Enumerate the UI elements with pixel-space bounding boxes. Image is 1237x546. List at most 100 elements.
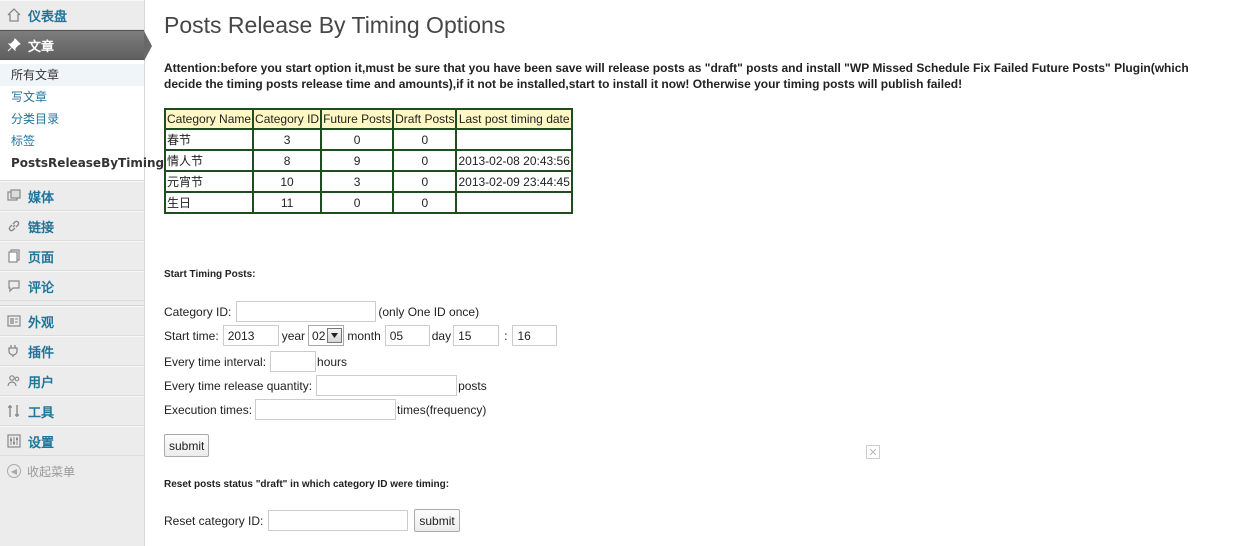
menu-comments[interactable]: 评论 [0,271,144,301]
table-row: 元宵节 10 3 0 2013-02-09 23:44:45 [163,170,573,193]
start-submit-button[interactable]: submit [164,434,210,457]
settings-icon [5,432,23,450]
link-icon [5,217,23,235]
quantity-label: Every time release quantity: [164,378,313,393]
execution-row: Execution times: times(frequency) [164,399,486,420]
submenu-posts-release-by-timing[interactable]: PostsReleaseByTiming [0,152,164,174]
day-label: day [431,328,452,343]
menu-label: 设置 [28,435,55,451]
category-id-row: Category ID: (only One ID once) [164,301,479,322]
category-id-hint: (only One ID once) [378,304,480,319]
execution-input[interactable] [255,399,397,420]
category-id-label: Category ID: [164,304,232,319]
reset-row: Reset category ID: submit [164,509,460,532]
menu-posts[interactable]: 文章 [0,30,152,61]
cell-last-date [455,191,573,214]
cell-last-date [455,128,573,151]
cell-category-name: 元宵节 [163,170,255,193]
media-icon [5,187,23,205]
interval-label: Every time interval: [164,354,267,369]
table-row: 情人节 8 9 0 2013-02-08 20:43:56 [163,149,573,172]
menu-settings[interactable]: 设置 [0,426,144,456]
cell-category-id: 11 [252,191,323,214]
cell-category-name: 春节 [163,128,255,151]
header-future-posts: Future Posts [320,108,395,130]
collapse-arrow-icon: ◀ [7,464,21,478]
menu-pages[interactable]: 页面 [0,241,144,271]
menu-links[interactable]: 链接 [0,211,144,241]
cell-category-id: 10 [252,170,323,193]
quantity-row: Every time release quantity: posts [164,375,487,396]
cell-last-date: 2013-02-09 23:44:45 [455,170,573,193]
submenu-write-post[interactable]: 写文章 [0,86,144,108]
comment-icon [5,277,23,295]
dashboard-icon [5,6,23,24]
menu-dashboard[interactable]: 仪表盘 [0,0,144,30]
menu-media[interactable]: 媒体 [0,181,144,211]
reset-category-input[interactable] [268,510,409,531]
menu-label: 链接 [28,220,55,236]
menu-label: 用户 [28,375,55,391]
cell-category-name: 生日 [163,191,255,214]
menu-appearance[interactable]: 外观 [0,306,144,336]
interval-unit: hours [317,354,348,369]
menu-label: 仪表盘 [28,9,68,25]
posts-submenu: 所有文章 写文章 分类目录 标签 PostsReleaseByTiming [0,60,164,181]
submenu-all-posts[interactable]: 所有文章 [0,64,144,86]
year-input[interactable] [222,325,279,346]
cell-draft-posts: 0 [392,170,458,193]
submenu-tags[interactable]: 标签 [0,130,144,152]
table-row: 春节 3 0 0 [163,128,573,151]
quantity-unit: posts [458,378,487,393]
start-submit-row: submit [164,434,210,457]
quantity-input[interactable] [316,375,458,396]
cell-category-id: 8 [252,149,323,172]
tools-icon [5,402,23,420]
admin-sidebar: 仪表盘 文章 所有文章 写文章 分类目录 标签 PostsReleaseByTi… [0,0,164,546]
cell-last-date: 2013-02-08 20:43:56 [455,149,573,172]
start-time-label: Start time: [164,328,219,343]
menu-label: 文章 [28,39,55,55]
menu-label: 评论 [28,280,55,296]
reset-submit-button[interactable]: submit [414,509,460,532]
cell-future-posts: 3 [320,170,395,193]
pushpin-icon [5,36,23,54]
interval-input[interactable] [270,351,317,372]
cell-draft-posts: 0 [392,149,458,172]
appearance-icon [5,312,23,330]
reset-section-title: Reset posts status "draft" in which cate… [164,479,450,490]
reset-category-label: Reset category ID: [164,513,264,528]
header-draft-posts: Draft Posts [392,108,458,130]
execution-label: Execution times: [164,402,253,417]
menu-users[interactable]: 用户 [0,366,144,396]
month-select[interactable]: 02 [308,325,345,346]
day-input[interactable] [384,325,430,346]
plugin-icon [5,342,23,360]
table-row: 生日 11 0 0 [163,191,573,214]
month-select-value: 02 [312,328,326,343]
collapse-menu[interactable]: ◀ 收起菜单 [0,456,144,486]
menu-plugins[interactable]: 插件 [0,336,144,366]
category-id-input[interactable] [236,301,377,322]
month-label: month [347,328,381,343]
header-category-id: Category ID [252,108,323,130]
users-icon [5,372,23,390]
cell-category-id: 3 [252,128,323,151]
menu-label: 外观 [28,315,55,331]
interval-row: Every time interval: hours [164,351,347,372]
menu-tools[interactable]: 工具 [0,396,144,426]
pages-icon [5,247,23,265]
menu-label: 媒体 [28,190,55,206]
minute-input[interactable] [512,325,558,346]
page-title: Posts Release By Timing Options [164,12,506,38]
main-content: Posts Release By Timing Options Attentio… [163,0,1237,532]
hour-input[interactable] [453,325,500,346]
cell-future-posts: 9 [320,149,395,172]
year-label: year [281,328,306,343]
header-category-name: Category Name [163,108,255,130]
cell-future-posts: 0 [320,128,395,151]
submenu-categories[interactable]: 分类目录 [0,108,144,130]
header-last-post-date: Last post timing date [455,108,573,130]
close-icon[interactable]: ✕ [866,445,880,459]
time-separator: : [504,328,508,343]
